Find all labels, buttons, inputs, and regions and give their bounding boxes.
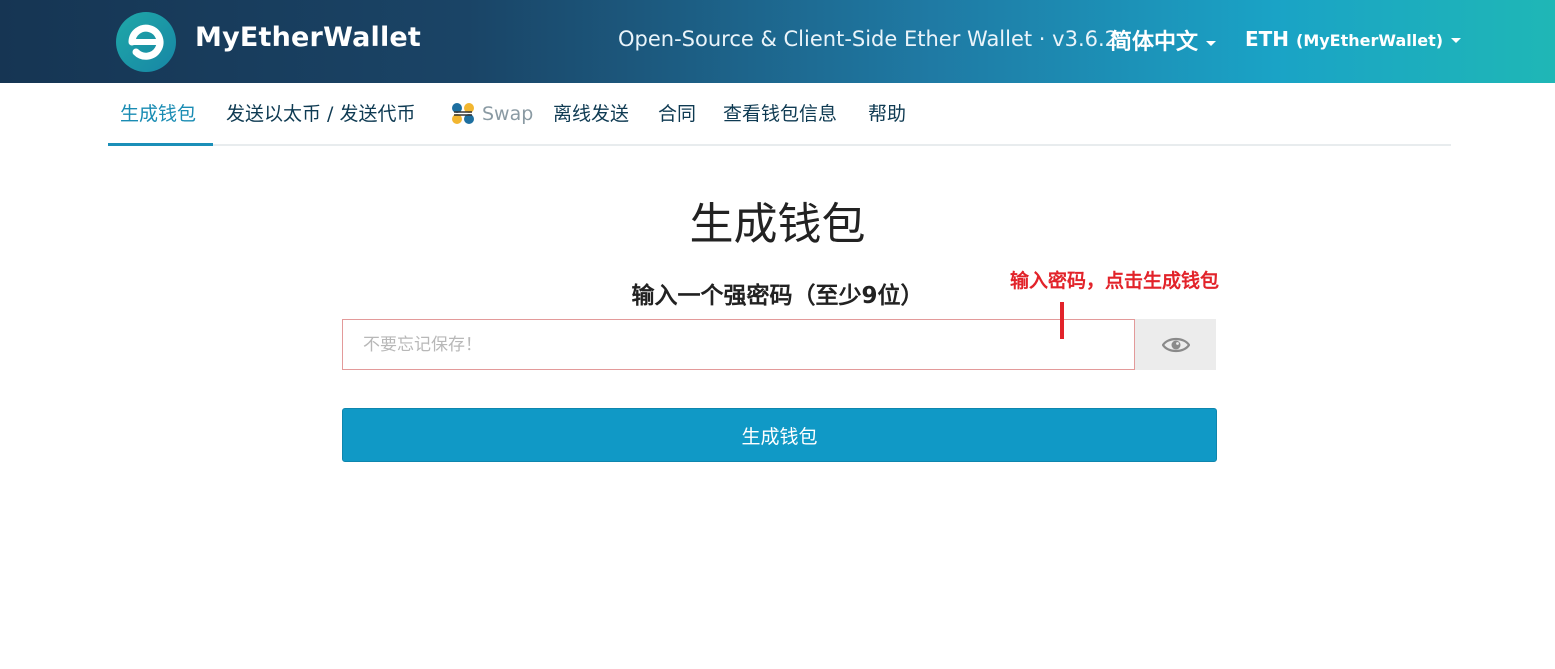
- tab-help[interactable]: 帮助: [868, 83, 906, 146]
- password-prompt: 输入一个强密码（至少9位）: [631, 283, 924, 309]
- tab-label: Swap: [482, 103, 534, 125]
- password-input[interactable]: [342, 319, 1135, 370]
- brand-name[interactable]: MyEtherWallet: [195, 22, 421, 53]
- network-sub-label: (MyEtherWallet): [1296, 31, 1444, 50]
- main-nav: 生成钱包 发送以太币 / 发送代币 Swap 离线发送 合同 查看钱包信息 帮助: [108, 83, 1451, 146]
- tab-generate-wallet[interactable]: 生成钱包: [108, 83, 213, 146]
- chevron-down-icon: [1206, 40, 1217, 46]
- top-header: MyEtherWallet Open-Source & Client-Side …: [0, 0, 1555, 83]
- site-tagline: Open-Source & Client-Side Ether Wallet ·…: [618, 27, 1119, 51]
- tab-send-ether-tokens[interactable]: 发送以太币 / 发送代币: [226, 83, 415, 146]
- tab-contracts[interactable]: 合同: [658, 83, 696, 146]
- annotation-note: 输入密码，点击生成钱包: [1010, 270, 1220, 292]
- tab-label: 发送以太币 / 发送代币: [226, 103, 416, 125]
- network-main-label: ETH: [1245, 27, 1290, 51]
- tab-label: 查看钱包信息: [723, 103, 838, 125]
- tab-label: 生成钱包: [120, 103, 197, 125]
- tab-offline-send[interactable]: 离线发送: [553, 83, 629, 146]
- tab-view-wallet-info[interactable]: 查看钱包信息: [723, 83, 837, 146]
- language-label: 简体中文: [1110, 30, 1199, 55]
- annotation-pointer: [1060, 302, 1064, 339]
- tab-label: 帮助: [868, 103, 907, 125]
- language-dropdown[interactable]: 简体中文: [1110, 24, 1217, 56]
- eye-icon: [1161, 337, 1190, 352]
- page-title: 生成钱包: [689, 199, 866, 250]
- tab-label: 离线发送: [553, 103, 630, 125]
- show-password-button[interactable]: [1135, 319, 1216, 370]
- tab-swap[interactable]: Swap: [450, 83, 533, 146]
- myetherwallet-logo-icon[interactable]: [115, 11, 177, 73]
- generate-wallet-button[interactable]: 生成钱包: [342, 408, 1217, 462]
- network-dropdown[interactable]: ETH (MyEtherWallet): [1245, 27, 1462, 51]
- tab-label: 合同: [658, 103, 697, 125]
- swap-icon: [452, 103, 474, 124]
- chevron-down-icon: [1451, 38, 1462, 43]
